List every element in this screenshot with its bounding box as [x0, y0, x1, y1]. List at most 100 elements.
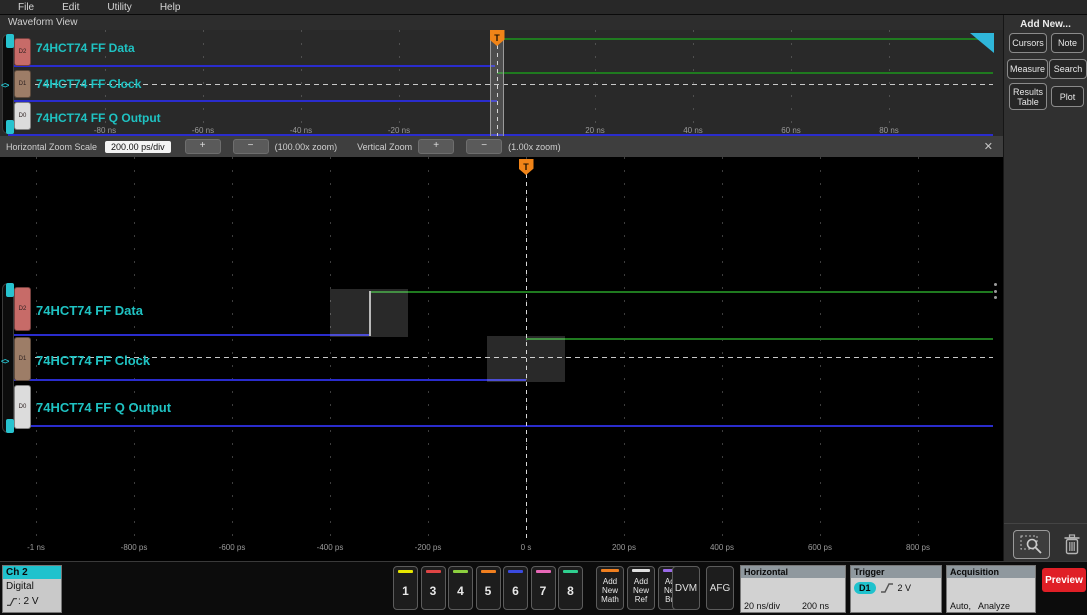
add-new-cursors-button[interactable]: Cursors: [1009, 33, 1047, 53]
channel-button-label: 7: [539, 584, 547, 598]
acquisition-mode: Auto, Analyze: [950, 601, 1011, 611]
dvm-button[interactable]: DVM: [672, 566, 700, 610]
waveform-zoom-view: -1 ns -800 ps -600 ps -400 ps -200 ps 0 s 200 …: [0, 157, 1003, 561]
channel-label-D0[interactable]: 74HCT74 FF Q Output: [36, 400, 171, 415]
waveform-low-segment-D2: [8, 65, 496, 67]
horizontal-zoom-scale-value[interactable]: 200.00 ps/div: [105, 140, 171, 153]
channel-handle-D2[interactable]: D2: [14, 38, 31, 66]
channel-1-button[interactable]: 1: [393, 566, 418, 610]
channel-handle-D2[interactable]: D2: [14, 287, 31, 331]
channel-button-label: 3: [429, 584, 437, 598]
menu-item-edit[interactable]: Edit: [62, 2, 79, 13]
channel-button-label: 8: [567, 584, 574, 598]
digital-group-bottom-cap: [6, 120, 14, 134]
gridline: [820, 157, 821, 539]
trigger-flag-icon[interactable]: T: [518, 159, 534, 175]
panel-drag-dots-icon[interactable]: [994, 283, 998, 299]
waveform-high-segment-D2: [369, 291, 993, 293]
gridline: [693, 30, 694, 136]
preview-button[interactable]: Preview: [1042, 568, 1086, 592]
add-new-ref-button[interactable]: Add New Ref: [627, 566, 655, 610]
vertical-zoom-label: Vertical Zoom: [357, 141, 413, 152]
add-new-results-table-button[interactable]: Results Table: [1009, 83, 1047, 110]
horizontal-zoom-minus-button[interactable]: −: [232, 139, 269, 154]
axis-tick-label: -200 ps: [414, 543, 442, 552]
add-new-search-button[interactable]: Search: [1049, 59, 1087, 79]
gridline: [36, 157, 37, 539]
channel-4-button[interactable]: 4: [448, 566, 473, 610]
channel-3-button[interactable]: 3: [420, 566, 446, 610]
channel-2-badge[interactable]: Ch 2 Digital : 2 V: [2, 565, 62, 613]
waveform-low-segment-D1: [8, 379, 526, 381]
gridline: [595, 30, 596, 136]
axis-tick-label: 200 ps: [611, 543, 637, 552]
channel-label-D2[interactable]: 74HCT74 FF Data: [36, 303, 143, 318]
channel-button-label: 4: [457, 584, 464, 598]
gridline: [722, 157, 723, 539]
axis-tick-label: -800 ps: [120, 543, 148, 552]
waveform-low-segment-D2: [8, 334, 370, 336]
channel-handle-D0[interactable]: D0: [14, 102, 31, 130]
bottom-bar: Ch 2 Digital : 2 V 1 3 4 5 6 7 8 Add New Math Ad…: [0, 561, 1087, 615]
close-icon[interactable]: ✕: [984, 140, 993, 153]
channel-label-D2[interactable]: 74HCT74 FF Data: [36, 41, 135, 55]
channel-6-button[interactable]: 6: [503, 566, 528, 610]
menu-bar: File Edit Utility Help: [0, 0, 1087, 15]
vertical-zoom-plus-button[interactable]: +: [418, 139, 455, 154]
channel-handle-D0[interactable]: D0: [14, 385, 31, 429]
horizontal-zoom-scale-label: Horizontal Zoom Scale: [6, 141, 98, 152]
menu-item-file[interactable]: File: [18, 2, 34, 13]
expand-arrows-icon[interactable]: <>: [1, 357, 9, 366]
trigger-badge-title: Trigger: [851, 566, 941, 578]
digital-group-top-cap: [6, 34, 14, 48]
trash-button[interactable]: [1058, 531, 1085, 558]
menu-item-help[interactable]: Help: [160, 2, 181, 13]
add-new-note-button[interactable]: Note: [1051, 33, 1084, 53]
expand-arrows-icon[interactable]: <>: [1, 81, 9, 90]
gridline: [203, 30, 204, 136]
add-new-measure-button[interactable]: Measure: [1007, 59, 1048, 79]
gridline: [791, 30, 792, 136]
digital-group-bottom-cap: [6, 419, 14, 433]
horizontal-zoom-plus-button[interactable]: +: [184, 139, 221, 154]
channel-label-D1[interactable]: 74HCT74 FF Clock: [36, 353, 150, 368]
overview-zoom-corner-icon[interactable]: [970, 33, 994, 53]
channel-label-D0[interactable]: 74HCT74 FF Q Output: [36, 111, 161, 125]
channel-5-button[interactable]: 5: [475, 566, 501, 610]
channel-8-button[interactable]: 8: [558, 566, 583, 610]
axis-tick-label: 800 ps: [905, 543, 931, 552]
tab-strip: Waveform View: [0, 15, 1003, 31]
channel-label-D1[interactable]: 74HCT74 FF Clock: [36, 77, 141, 91]
afg-button[interactable]: AFG: [706, 566, 734, 610]
gridline: [889, 30, 890, 136]
magnifier-icon: [1020, 535, 1042, 554]
minus-icon: −: [247, 140, 254, 151]
trigger-badge[interactable]: Trigger D1 2 V: [850, 565, 942, 613]
tab-waveform-view[interactable]: Waveform View: [8, 17, 77, 28]
channel-7-button[interactable]: 7: [530, 566, 556, 610]
acquisition-badge[interactable]: Acquisition Auto, Analyze High Res: 12 b…: [946, 565, 1036, 613]
add-new-math-button[interactable]: Add New Math: [596, 566, 624, 610]
sidebar-bottom-strip: [1004, 523, 1087, 562]
threshold-edge-icon: [7, 597, 17, 606]
horizontal-zoom-readout: (100.00x zoom): [274, 141, 338, 152]
horizontal-scale: 20 ns/div: [744, 601, 781, 611]
digital-group-top-cap: [6, 283, 14, 297]
add-new-title: Add New...: [1020, 19, 1071, 30]
menu-item-utility[interactable]: Utility: [107, 2, 131, 13]
zoom-box-button[interactable]: [1013, 530, 1050, 559]
trigger-position-dashed-line: [526, 174, 527, 539]
channel-handle-D1[interactable]: D1: [14, 337, 31, 381]
add-new-plot-button[interactable]: Plot: [1051, 86, 1084, 107]
channel-handle-D1[interactable]: D1: [14, 70, 31, 98]
vertical-zoom-minus-button[interactable]: −: [466, 139, 503, 154]
zoom-toolbar: Horizontal Zoom Scale 200.00 ps/div + − …: [0, 136, 1003, 157]
horizontal-badge[interactable]: Horizontal 20 ns/div200 ns SR: 6.25 GS/s…: [740, 565, 846, 613]
channel-2-badge-threshold: : 2 V: [3, 594, 61, 609]
horizontal-span: 200 ns: [802, 601, 830, 611]
right-sidebar: Add New... Cursors Note Measure Search R…: [1003, 15, 1087, 561]
gridline: [624, 157, 625, 539]
gridline: [301, 30, 302, 136]
waveform-high-segment-D2: [495, 38, 993, 40]
horizontal-badge-title: Horizontal: [741, 566, 845, 578]
